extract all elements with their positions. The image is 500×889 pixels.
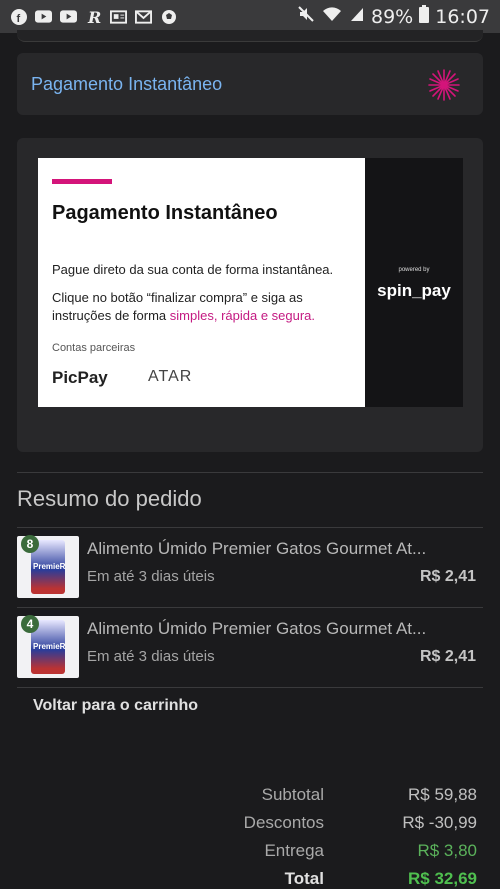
order-summary-title: Resumo do pedido (17, 486, 202, 511)
atar-logo: ATAR (148, 368, 193, 385)
news-icon (110, 9, 127, 24)
previous-card-edge (17, 30, 483, 42)
notification-icons: f R (10, 8, 177, 25)
discount-row: Descontos R$ -30,99 (0, 813, 500, 841)
product-price: R$ 2,41 (419, 568, 476, 585)
discount-label: Descontos (243, 813, 324, 832)
svg-text:R: R (87, 9, 101, 25)
soccer-ball-icon (160, 9, 177, 24)
subtotal-row: Subtotal R$ 59,88 (0, 785, 500, 813)
youtube-icon (35, 9, 52, 24)
payment-option-title: Pagamento Instantâneo (31, 73, 223, 94)
checkout-screen: f R 89% 16:07 Pagamento Instantâneo Paga… (0, 0, 500, 889)
product-price: R$ 2,41 (419, 648, 476, 665)
svg-text:f: f (16, 13, 20, 25)
wifi-icon (321, 5, 343, 28)
banner-highlight: simples, rápida e segura. (169, 308, 316, 323)
quantity-badge: 8 (21, 535, 39, 553)
subtotal-value: R$ 59,88 (408, 785, 477, 804)
subtotal-label: Subtotal (261, 785, 324, 804)
order-item[interactable]: PremieR 8 Alimento Úmido Premier Gatos G… (17, 535, 483, 605)
item-divider (17, 607, 483, 608)
total-row: Total R$ 32,69 (0, 869, 500, 889)
picpay-logo: PicPay (52, 368, 108, 387)
pack-label: PremieR (33, 562, 66, 571)
shipping-value: R$ 3,80 (417, 841, 477, 860)
delivery-estimate: Em até 3 dias úteis (87, 568, 215, 585)
spinpay-banner: Pagamento Instantâneo Pague direto da su… (38, 158, 463, 407)
mute-icon (297, 5, 315, 28)
section-divider (17, 472, 483, 473)
gmail-icon (135, 9, 152, 24)
back-to-cart-link[interactable]: Voltar para o carrinho (33, 697, 198, 715)
shipping-label: Entrega (264, 841, 324, 860)
order-totals: Subtotal R$ 59,88 Descontos R$ -30,99 En… (0, 785, 500, 889)
banner-line-2: Clique no botão “finalizar compra” e sig… (52, 289, 362, 325)
order-item[interactable]: PremieR 4 Alimento Úmido Premier Gatos G… (17, 615, 483, 685)
signal-icon (349, 5, 365, 28)
spinpay-logo: spin_pay (377, 281, 451, 300)
discount-value: R$ -30,99 (402, 813, 477, 832)
battery-percent: 89% (371, 5, 414, 28)
summary-divider (17, 527, 483, 528)
shipping-row: Entrega R$ 3,80 (0, 841, 500, 869)
total-label: Total (284, 869, 324, 888)
facebook-icon: f (10, 8, 27, 25)
banner-line-1: Pague direto da sua conta de forma insta… (52, 262, 334, 277)
banner-accent-bar (52, 179, 112, 184)
partners-label: Contas parceiras (52, 342, 136, 354)
system-tray: 89% 16:07 (297, 5, 490, 28)
youtube-icon (60, 9, 77, 24)
powered-by-label: powered by (398, 267, 430, 273)
item-divider (17, 687, 483, 688)
spinpay-burst-icon (428, 69, 460, 101)
product-name: Alimento Úmido Premier Gatos Gourmet At.… (87, 539, 427, 558)
product-name: Alimento Úmido Premier Gatos Gourmet At.… (87, 619, 427, 638)
payment-option-instant[interactable]: Pagamento Instantâneo (17, 53, 483, 115)
banner-title: Pagamento Instantâneo (52, 202, 278, 224)
quantity-badge: 4 (21, 615, 39, 633)
status-bar: f R 89% 16:07 (0, 0, 500, 33)
delivery-estimate: Em até 3 dias úteis (87, 648, 215, 665)
clock: 16:07 (435, 5, 490, 28)
r-app-icon: R (85, 9, 102, 25)
pack-label: PremieR (33, 642, 66, 651)
battery-icon (419, 5, 430, 28)
total-value: R$ 32,69 (408, 869, 477, 888)
